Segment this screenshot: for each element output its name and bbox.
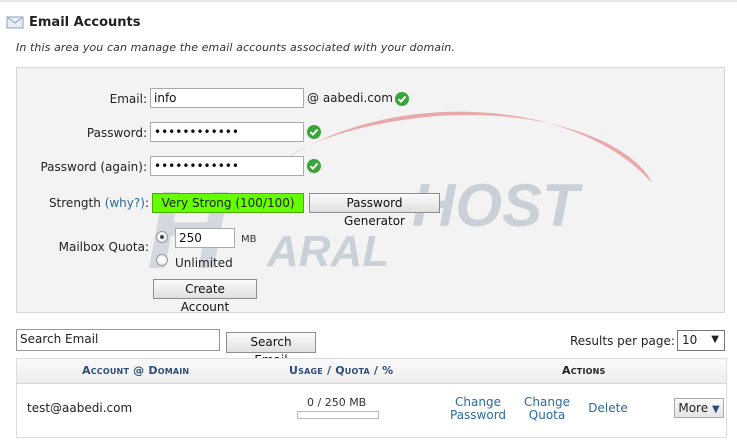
col-actions: Actions <box>562 364 606 377</box>
add-account-panel: H ARAL HOST Email: info @ aabedi.com Pas… <box>16 67 725 313</box>
unlimited-label: Unlimited <box>175 256 233 270</box>
strength-why-link[interactable]: (why?) <box>105 196 145 210</box>
usage-bar <box>297 411 379 419</box>
watermark-word-aral: ARAL <box>266 227 389 276</box>
password-valid-check-icon <box>307 125 321 139</box>
strength-label: Strength <box>48 196 101 210</box>
password-generator-button[interactable]: Password Generator <box>309 193 440 228</box>
email-valid-check-icon <box>395 92 409 106</box>
results-per-page-value: 10 <box>682 333 698 347</box>
quota-unit: MB <box>241 234 257 245</box>
more-actions-button[interactable]: More ▼ <box>674 398 724 418</box>
results-per-page-select[interactable]: 10 ▼ <box>677 330 725 351</box>
col-usage-quota[interactable]: Usage / Quota / % <box>289 364 393 377</box>
password-again-valid-check-icon <box>307 159 321 173</box>
password-input[interactable]: •••••••••••• <box>150 122 304 142</box>
caret-down-icon: ▼ <box>711 404 720 415</box>
password-strength-meter: Very Strong (100/100) <box>152 193 304 213</box>
create-account-button[interactable]: Create Account <box>153 279 257 312</box>
page-intro: In this area you can manage the email ac… <box>16 41 455 54</box>
quota-limited-radio[interactable] <box>156 231 168 243</box>
more-label: More <box>678 401 709 415</box>
password-again-label: Password (again): <box>40 160 147 174</box>
usage-text: 0 / 250 MB <box>307 396 367 409</box>
quota-input[interactable]: 250 <box>175 228 235 248</box>
password-label: Password: <box>86 126 147 140</box>
password-again-input[interactable]: •••••••••••• <box>150 156 304 176</box>
col-account-domain[interactable]: Account @ Domain <box>82 364 189 377</box>
email-label: Email: <box>109 92 147 106</box>
search-email-button[interactable]: Search Email <box>226 332 316 367</box>
change-password-link[interactable]: Change Password <box>450 396 506 422</box>
search-email-input[interactable]: Search Email <box>16 329 220 351</box>
domain-suffix: @ aabedi.com <box>307 91 393 105</box>
delete-link[interactable]: Delete <box>587 402 629 415</box>
top-divider <box>0 0 737 2</box>
envelope-icon <box>6 16 24 29</box>
results-per-page-label: Results per page: <box>570 334 675 348</box>
page-header: Email Accounts <box>6 12 141 32</box>
chevron-down-icon: ▼ <box>711 334 719 345</box>
page-title: Email Accounts <box>29 14 141 30</box>
change-quota-link[interactable]: Change Quota <box>522 396 572 422</box>
account-address: test@aabedi.com <box>27 401 133 415</box>
strength-colon: : <box>144 196 149 210</box>
table-header: Account @ Domain Usage / Quota / % Actio… <box>17 359 726 384</box>
mailbox-quota-label: Mailbox Quota: <box>58 240 149 254</box>
accounts-table: Account @ Domain Usage / Quota / % Actio… <box>16 358 727 438</box>
email-input[interactable]: info <box>150 88 304 108</box>
quota-unlimited-radio[interactable] <box>156 254 168 266</box>
strength-label-group: Strength (why?): <box>37 196 149 210</box>
